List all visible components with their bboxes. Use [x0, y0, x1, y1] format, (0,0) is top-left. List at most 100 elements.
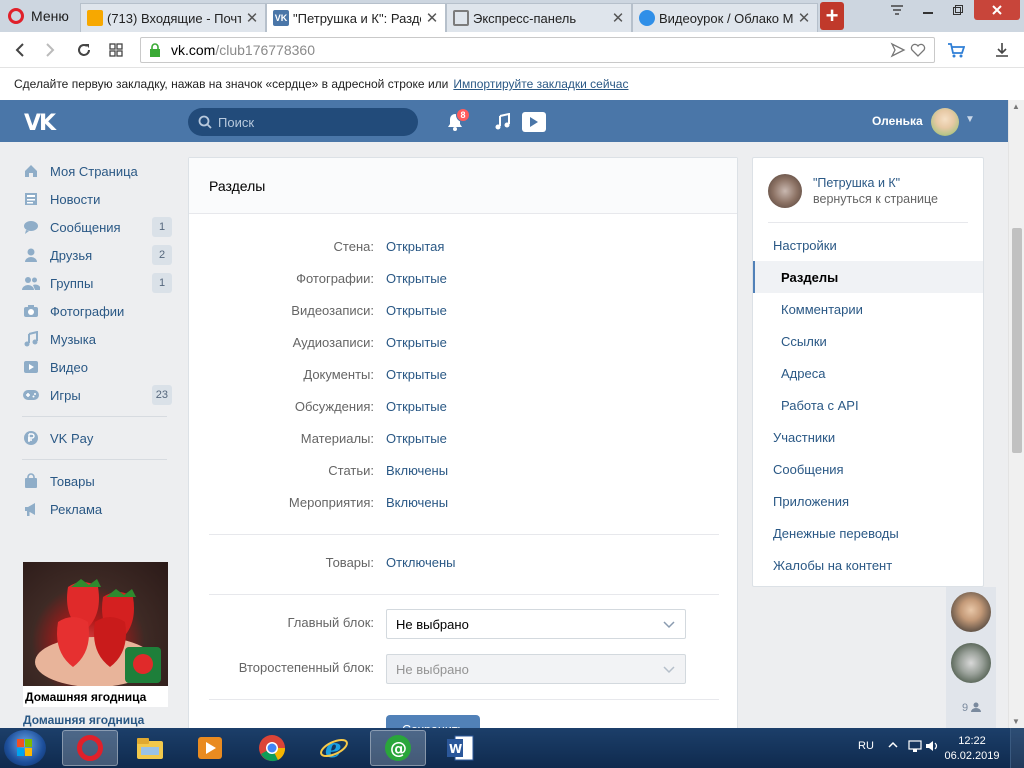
tray-chevron-icon[interactable] — [888, 740, 898, 750]
opera-menu-button[interactable]: Меню — [0, 0, 78, 32]
send-icon[interactable] — [890, 42, 906, 58]
person-icon — [971, 702, 982, 712]
menu-item-messages[interactable]: Сообщения — [753, 453, 983, 485]
taskbar-opera-button[interactable] — [62, 730, 118, 766]
menu-item-label: Настройки — [773, 237, 837, 253]
setting-value-link[interactable]: Отключены — [386, 555, 455, 570]
menu-item-apps[interactable]: Приложения — [753, 485, 983, 517]
games-count-badge: 23 — [151, 385, 172, 405]
import-bookmarks-link[interactable]: Импортируйте закладки сейчас — [453, 77, 628, 91]
sidebar-item-my-page[interactable]: Моя Страница — [20, 157, 175, 185]
sidebar-item-music[interactable]: Музыка — [20, 325, 175, 353]
taskbar-mail-agent-button[interactable]: @ — [370, 730, 426, 766]
group-name[interactable]: "Петрушка и К" — [813, 176, 900, 190]
sidebar-item-news[interactable]: Новости — [20, 185, 175, 213]
tab-close-icon[interactable]: ✕ — [611, 9, 625, 27]
cart-icon[interactable] — [946, 40, 966, 60]
back-icon[interactable] — [10, 40, 30, 60]
minimize-button[interactable] — [914, 0, 942, 20]
new-tab-button[interactable]: + — [820, 2, 844, 30]
secondary-block-select[interactable]: Не выбрано — [386, 654, 686, 684]
reload-icon[interactable] — [74, 40, 94, 60]
ad-link[interactable]: Домашняя ягодница — [23, 713, 144, 727]
chevron-down-icon[interactable]: ▼ — [965, 114, 975, 125]
chat-avatar[interactable] — [951, 643, 991, 683]
tab-close-icon[interactable]: ✕ — [797, 9, 811, 27]
setting-value-link[interactable]: Открытые — [386, 335, 447, 350]
setting-value-link[interactable]: Открытые — [386, 271, 447, 286]
volume-icon[interactable] — [925, 739, 939, 753]
setting-value-link[interactable]: Открытая — [386, 239, 444, 254]
tab-cloud-video[interactable]: Видеоурок / Облако Mail ✕ — [632, 3, 818, 32]
page-scrollbar[interactable]: ▲ ▼ — [1008, 100, 1024, 728]
scroll-up-icon[interactable]: ▲ — [1012, 102, 1020, 111]
tray-clock[interactable]: 12:22 06.02.2019 — [944, 734, 1000, 764]
sidebar-item-messages[interactable]: Сообщения 1 — [20, 213, 175, 241]
vk-logo-icon[interactable]: VK — [24, 111, 56, 136]
taskbar-chrome-button[interactable] — [244, 730, 300, 766]
menu-item-links[interactable]: Ссылки — [753, 325, 983, 357]
back-to-page-link[interactable]: вернуться к странице — [813, 192, 938, 206]
sidebar-item-games[interactable]: Игры 23 — [20, 381, 175, 409]
group-avatar[interactable] — [768, 174, 802, 208]
setting-value-link[interactable]: Открытые — [386, 399, 447, 414]
network-icon[interactable] — [908, 739, 922, 753]
menu-item-api[interactable]: Работа с API — [753, 389, 983, 421]
main-block-select[interactable]: Не выбрано — [386, 609, 686, 639]
sidebar-item-label: Моя Страница — [50, 163, 138, 179]
taskbar-explorer-button[interactable] — [122, 730, 178, 766]
tab-menu-icon[interactable] — [884, 0, 910, 20]
forward-icon[interactable] — [40, 40, 60, 60]
sidebar-item-vk-pay[interactable]: VK Pay — [20, 424, 175, 452]
svg-text:W: W — [449, 742, 462, 756]
user-name[interactable]: Оленька — [872, 114, 923, 128]
scroll-down-icon[interactable]: ▼ — [1012, 717, 1020, 726]
show-desktop-button[interactable] — [1010, 728, 1024, 768]
scrollbar-thumb[interactable] — [1012, 228, 1022, 453]
start-button[interactable] — [4, 730, 46, 766]
taskbar-media-player-button[interactable] — [182, 730, 238, 766]
menu-item-money-transfers[interactable]: Денежные переводы — [753, 517, 983, 549]
tab-vk-sections[interactable]: VK "Петрушка и К": Разделы ✕ — [266, 3, 446, 32]
language-indicator[interactable]: RU — [858, 740, 874, 752]
close-window-button[interactable] — [974, 0, 1020, 20]
download-icon[interactable] — [992, 40, 1012, 60]
tab-mail[interactable]: (713) Входящие - Почта ✕ — [80, 3, 266, 32]
menu-item-sections[interactable]: Разделы — [753, 261, 983, 293]
sidebar-item-video[interactable]: Видео — [20, 353, 175, 381]
chat-avatar[interactable] — [951, 592, 991, 632]
menu-item-addresses[interactable]: Адреса — [753, 357, 983, 389]
music-note-icon[interactable] — [494, 113, 512, 131]
setting-value-link[interactable]: Открытые — [386, 303, 447, 318]
speed-dial-icon[interactable] — [106, 40, 126, 60]
setting-value-link[interactable]: Открытые — [386, 431, 447, 446]
menu-item-comments[interactable]: Комментарии — [753, 293, 983, 325]
taskbar-internet-explorer-button[interactable]: e — [306, 730, 362, 766]
tab-express-panel[interactable]: Экспресс-панель ✕ — [446, 3, 632, 32]
menu-divider — [768, 222, 968, 223]
sidebar-item-groups[interactable]: Группы 1 — [20, 269, 175, 297]
url-input[interactable]: vk.com/club176778360 — [140, 37, 935, 63]
menu-item-settings[interactable]: Настройки — [753, 229, 983, 261]
user-avatar[interactable] — [931, 108, 959, 136]
sidebar-item-ads[interactable]: Реклама — [20, 495, 175, 523]
menu-item-members[interactable]: Участники — [753, 421, 983, 453]
sidebar-item-friends[interactable]: Друзья 2 — [20, 241, 175, 269]
heart-bookmark-icon[interactable] — [910, 42, 926, 58]
chat-members-count[interactable]: 9 — [962, 702, 982, 714]
sidebar-item-label: Видео — [50, 359, 88, 375]
play-icon[interactable] — [522, 112, 546, 132]
sidebar-item-goods[interactable]: Товары — [20, 467, 175, 495]
menu-item-content-complaints[interactable]: Жалобы на контент — [753, 549, 983, 581]
search-input[interactable]: Поиск — [188, 108, 418, 136]
sidebar-item-label: Реклама — [50, 501, 103, 517]
menu-item-label: Денежные переводы — [773, 525, 899, 541]
tab-close-icon[interactable]: ✕ — [245, 9, 259, 27]
restore-button[interactable] — [944, 0, 972, 20]
setting-value-link[interactable]: Включены — [386, 463, 448, 478]
sidebar-item-photos[interactable]: Фотографии — [20, 297, 175, 325]
tab-close-icon[interactable]: ✕ — [425, 9, 439, 27]
setting-value-link[interactable]: Включены — [386, 495, 448, 510]
setting-value-link[interactable]: Открытые — [386, 367, 447, 382]
taskbar-word-button[interactable]: W — [432, 730, 488, 766]
